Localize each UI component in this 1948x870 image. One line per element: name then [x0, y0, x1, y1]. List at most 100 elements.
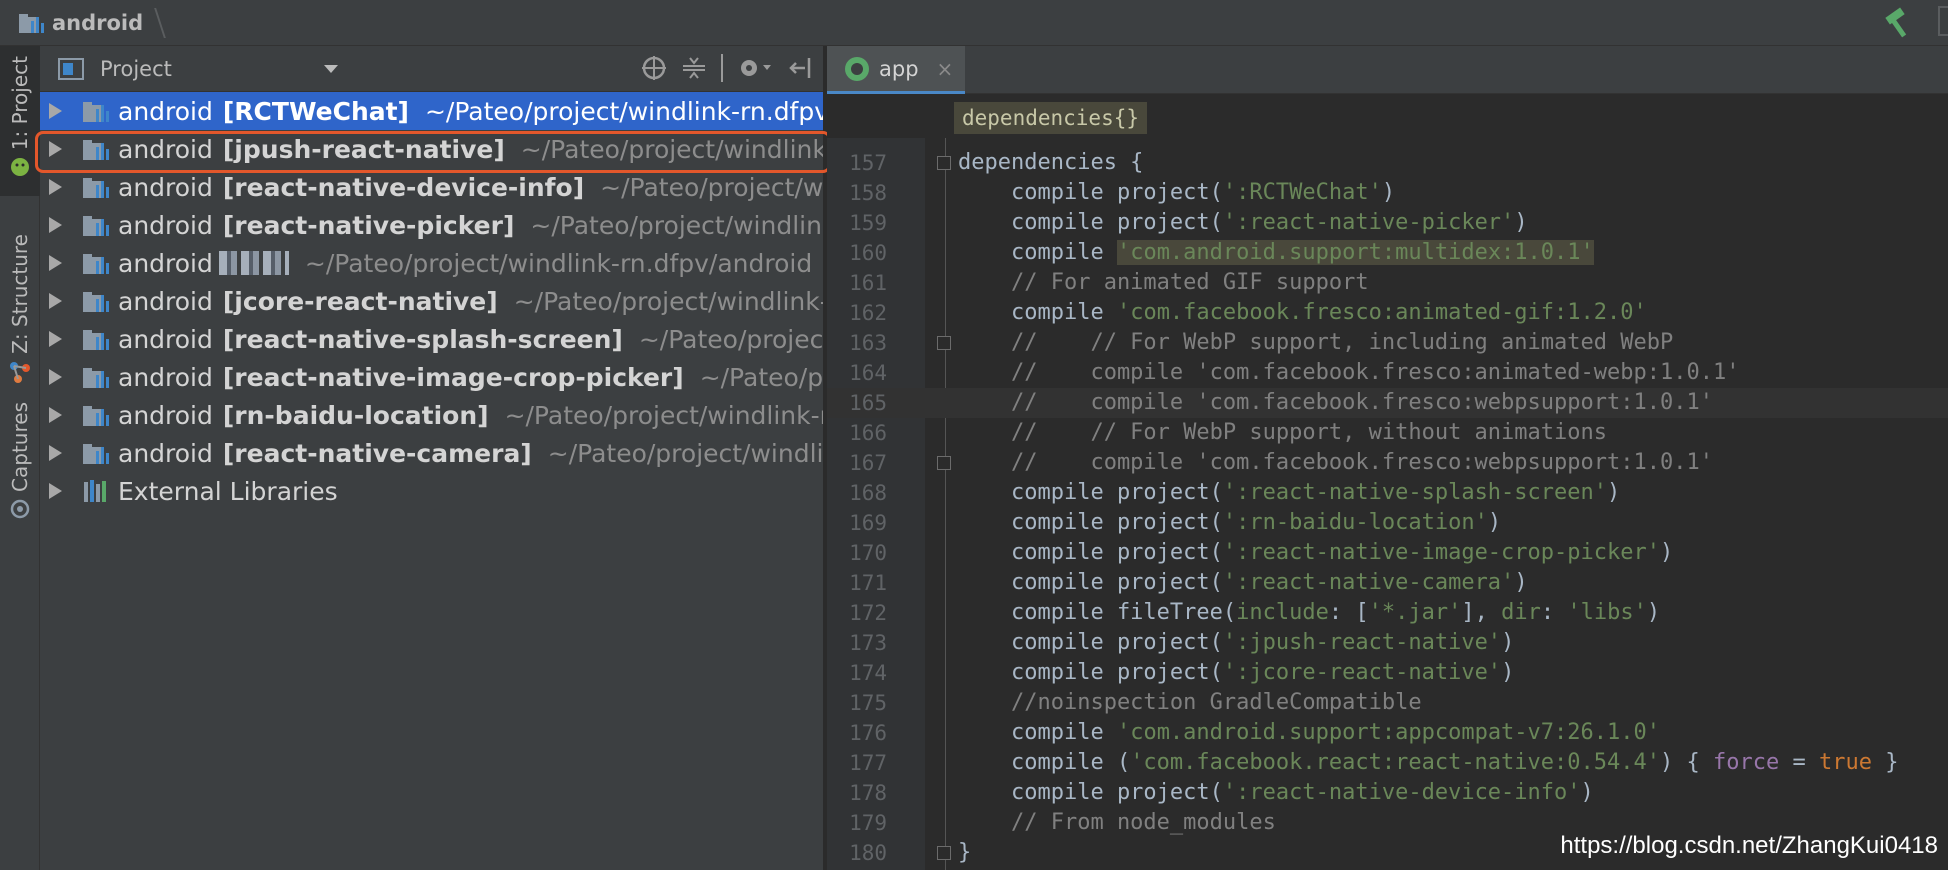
- locate-icon[interactable]: [641, 55, 667, 81]
- tree-row[interactable]: android [rn-baidu-location] ~/Pateo/projec…: [40, 396, 823, 434]
- expand-arrow-icon[interactable]: [49, 217, 62, 233]
- project-view-icon: [58, 57, 84, 80]
- expand-arrow-icon[interactable]: [49, 369, 62, 385]
- code-line[interactable]: 169 compile project(':rn-baidu-location'…: [827, 508, 1948, 538]
- fold-marker-icon[interactable]: [937, 456, 951, 470]
- code-text: }: [958, 838, 971, 868]
- expand-arrow-icon[interactable]: [49, 255, 62, 271]
- expand-arrow-icon[interactable]: [49, 445, 62, 461]
- close-tab-icon[interactable]: ×: [937, 57, 954, 81]
- code-token: ':rn-baidu-location': [1222, 510, 1488, 535]
- expand-arrow-icon[interactable]: [49, 179, 62, 195]
- line-number: 178: [849, 781, 887, 805]
- code-token: ],: [1461, 600, 1502, 625]
- code-line[interactable]: 176 compile 'com.android.support:appcomp…: [827, 718, 1948, 748]
- tree-row[interactable]: android [react-native-splash-screen] ~/Pat…: [40, 320, 823, 358]
- code-line[interactable]: 164 // compile 'com.facebook.fresco:anim…: [827, 358, 1948, 388]
- captures-tool-button[interactable]: Captures: [0, 402, 40, 562]
- breadcrumb-root[interactable]: android: [52, 11, 143, 35]
- code-token: // From node_modules: [958, 810, 1276, 835]
- code-line[interactable]: 160 compile 'com.android.support:multide…: [827, 238, 1948, 268]
- fold-marker-icon[interactable]: [937, 846, 951, 860]
- code-line[interactable]: 161 // For animated GIF support: [827, 268, 1948, 298]
- tree-row-module: [react-native-image-crop-picker]: [222, 362, 684, 392]
- code-token: dir: [1501, 600, 1541, 625]
- editor-breadcrumb[interactable]: dependencies{}: [954, 102, 1148, 134]
- code-token: // For animated GIF support: [958, 270, 1369, 295]
- expand-arrow-icon[interactable]: [49, 331, 62, 347]
- project-tool-label[interactable]: 1: Project: [8, 56, 32, 150]
- view-selector-chevron-down-icon[interactable]: [323, 64, 338, 73]
- code-token: force: [1712, 750, 1780, 775]
- hammer-icon[interactable]: [1882, 6, 1916, 40]
- project-panel-toolbar: [641, 54, 813, 82]
- tree-row[interactable]: android [react-native-picker] ~/Pateo/proj…: [40, 206, 823, 244]
- tab-label[interactable]: app: [879, 57, 919, 81]
- collapse-all-icon[interactable]: [681, 55, 707, 81]
- captures-tool-label[interactable]: Captures: [8, 402, 32, 492]
- code-token: true: [1818, 750, 1872, 775]
- line-number: 171: [849, 571, 887, 595]
- line-number: 159: [849, 211, 887, 235]
- code-line[interactable]: 173 compile project(':jpush-react-native…: [827, 628, 1948, 658]
- breadcrumb[interactable]: android: [18, 7, 167, 38]
- gear-icon[interactable]: [737, 55, 773, 81]
- tree-row-name: android: [118, 286, 213, 316]
- code-line[interactable]: 170 compile project(':react-native-image…: [827, 538, 1948, 568]
- code-line[interactable]: 171 compile project(':react-native-camer…: [827, 568, 1948, 598]
- module-folder-icon: [83, 102, 109, 122]
- expand-arrow-icon[interactable]: [49, 407, 62, 423]
- tree-row[interactable]: android [react-native-device-info] ~/Pateo…: [40, 168, 823, 206]
- tree-row[interactable]: android [jpush-react-native] ~/Pateo/proje…: [40, 130, 823, 168]
- tree-row-module: [jpush-react-native]: [222, 134, 505, 164]
- code-line[interactable]: 175 //noinspection GradleCompatible: [827, 688, 1948, 718]
- code-line[interactable]: 157 dependencies {: [827, 148, 1948, 178]
- code-token: compile project(: [958, 630, 1223, 655]
- code-token: ): [1607, 480, 1621, 505]
- tree-row[interactable]: android [react-native-image-crop-picker] ~…: [40, 358, 823, 396]
- line-number: 170: [849, 541, 887, 565]
- tree-row[interactable]: android ~/Pateo/project/windlink-rn.dfpv/…: [40, 244, 823, 282]
- code-text: compile project(':jcore-react-native'): [958, 658, 1514, 688]
- tree-row-module: [react-native-splash-screen]: [222, 324, 623, 354]
- tree-row[interactable]: android [jcore-react-native] ~/Pateo/proje…: [40, 282, 823, 320]
- tree-row[interactable]: android [RCTWeChat] ~/Pateo/project/windli…: [40, 92, 823, 130]
- project-view-title[interactable]: Project: [100, 57, 172, 81]
- structure-tool-label[interactable]: Z: Structure: [8, 234, 32, 354]
- code-line[interactable]: 162 compile 'com.facebook.fresco:animate…: [827, 298, 1948, 328]
- code-text: // // For WebP support, without animatio…: [958, 418, 1607, 448]
- code-line[interactable]: 178 compile project(':react-native-devic…: [827, 778, 1948, 808]
- code-line[interactable]: 166 // // For WebP support, without anim…: [827, 418, 1948, 448]
- tree-row[interactable]: External Libraries: [40, 472, 823, 510]
- tree-row-name: android: [118, 134, 213, 164]
- tree-row[interactable]: android [react-native-camera] ~/Pateo/proj…: [40, 434, 823, 472]
- code-line[interactable]: 168 compile project(':react-native-splas…: [827, 478, 1948, 508]
- tab-app[interactable]: app ×: [827, 46, 965, 94]
- redacted-module-name: [218, 251, 289, 275]
- code-area[interactable]: 157 dependencies {158 compile project(':R…: [827, 148, 1948, 868]
- expand-arrow-icon[interactable]: [49, 141, 62, 157]
- expand-arrow-icon[interactable]: [49, 483, 62, 499]
- code-line[interactable]: 172 compile fileTree(include: ['*.jar'],…: [827, 598, 1948, 628]
- tree-row-module: [jcore-react-native]: [222, 286, 498, 316]
- hide-panel-icon[interactable]: [787, 55, 813, 81]
- expand-arrow-icon[interactable]: [49, 293, 62, 309]
- code-text: compile project(':react-native-camera'): [958, 568, 1528, 598]
- code-line[interactable]: 165 // compile 'com.facebook.fresco:webp…: [827, 388, 1948, 418]
- code-line[interactable]: 159 compile project(':react-native-picke…: [827, 208, 1948, 238]
- expand-arrow-icon[interactable]: [49, 103, 62, 119]
- fold-marker-icon[interactable]: [937, 336, 951, 350]
- code-token: //noinspection GradleCompatible: [958, 690, 1422, 715]
- project-tool-button[interactable]: 1: Project: [0, 46, 40, 196]
- code-line[interactable]: 174 compile project(':jcore-react-native…: [827, 658, 1948, 688]
- code-line[interactable]: 167 // compile 'com.facebook.fresco:webp…: [827, 448, 1948, 478]
- code-text: //noinspection GradleCompatible: [958, 688, 1422, 718]
- code-line[interactable]: 158 compile project(':RCTWeChat'): [827, 178, 1948, 208]
- code-token: compile: [958, 240, 1117, 265]
- project-tree: android [RCTWeChat] ~/Pateo/project/windli…: [40, 92, 823, 510]
- project-panel-header: Project: [40, 46, 823, 92]
- code-line[interactable]: 163 // // For WebP support, including an…: [827, 328, 1948, 358]
- structure-tool-button[interactable]: Z: Structure: [0, 234, 40, 384]
- fold-marker-icon[interactable]: [937, 156, 951, 170]
- code-line[interactable]: 177 compile ('com.facebook.react:react-n…: [827, 748, 1948, 778]
